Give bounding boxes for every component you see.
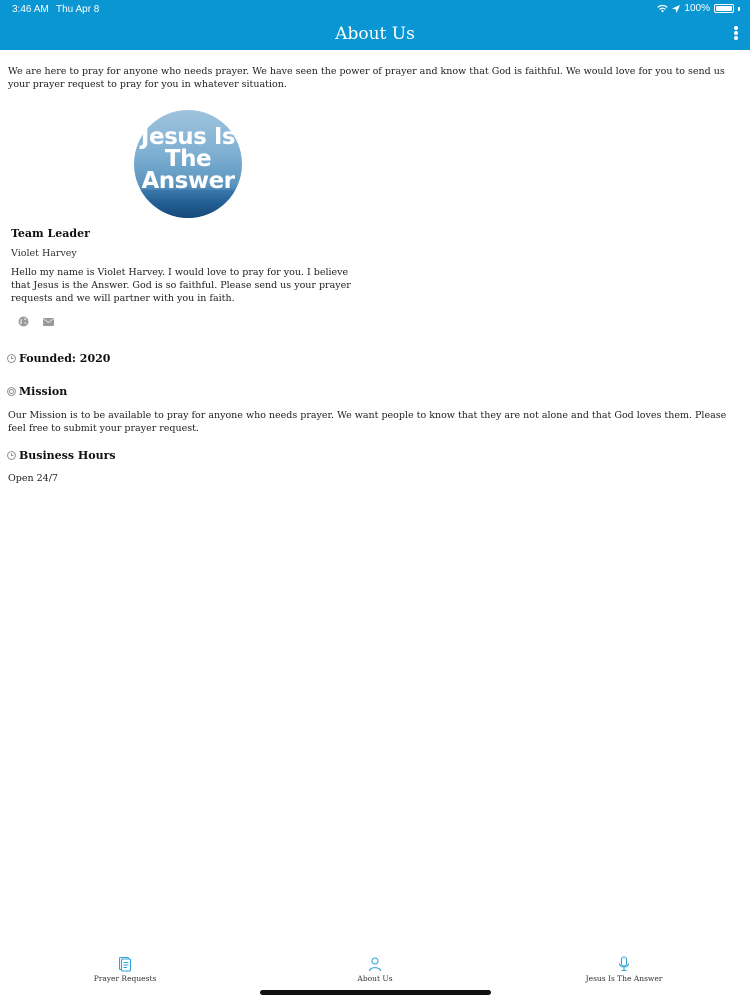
tab-about-us[interactable]: About Us — [305, 956, 445, 983]
mission-row: Mission — [7, 385, 67, 398]
tab-prayer-requests[interactable]: Prayer Requests — [55, 956, 195, 983]
ministry-logo: Jesus Is The Answer — [134, 110, 242, 218]
logo-line-2: The — [164, 146, 212, 172]
logo-line-1: Jesus Is — [140, 124, 236, 150]
wifi-icon — [657, 4, 669, 13]
business-hours-label: Business Hours — [19, 449, 116, 462]
battery-nub — [738, 6, 740, 11]
founded-label: Founded: 2020 — [19, 352, 111, 365]
more-options-icon[interactable] — [730, 24, 742, 42]
tab-label: Jesus Is The Answer — [585, 974, 663, 983]
person-icon — [368, 957, 382, 972]
mission-text: Our Mission is to be available to pray f… — [8, 410, 727, 434]
microphone-icon — [618, 956, 630, 972]
business-hours-row: Business Hours — [7, 449, 116, 462]
founded-row: Founded: 2020 — [7, 352, 110, 365]
status-right: 100% — [657, 3, 740, 14]
logo-ocean — [134, 190, 242, 218]
status-time: 3:46 AM — [12, 4, 49, 15]
mission-label: Mission — [19, 385, 68, 398]
status-date: Thu Apr 8 — [56, 4, 100, 15]
team-leader-bio: Hello my name is Violet Harvey. I would … — [11, 267, 351, 304]
business-hours-text: Open 24/7 — [8, 473, 58, 484]
globe-icon[interactable] — [18, 316, 29, 327]
clock-icon — [7, 451, 16, 460]
team-leader-name: Violet Harvey — [11, 248, 77, 259]
app-header: 3:46 AM Thu Apr 8 100% About Us — [0, 0, 750, 50]
tab-label: About Us — [357, 974, 393, 983]
logo-text: Jesus Is The Answer — [134, 124, 242, 194]
target-icon — [7, 387, 16, 396]
tab-label: Prayer Requests — [93, 974, 157, 983]
document-icon — [118, 956, 132, 972]
location-arrow-icon — [672, 4, 681, 13]
email-icon[interactable] — [43, 318, 54, 326]
status-bar: 3:46 AM Thu Apr 8 100% — [0, 0, 750, 18]
battery-icon — [714, 4, 734, 13]
clock-icon — [7, 354, 16, 363]
tab-jesus-is-the-answer[interactable]: Jesus Is The Answer — [554, 956, 694, 983]
logo-line-3: Answer — [141, 168, 235, 194]
home-indicator[interactable] — [260, 990, 491, 995]
intro-text: We are here to pray for anyone who needs… — [8, 66, 725, 90]
battery-percent: 100% — [684, 3, 710, 14]
team-leader-heading: Team Leader — [11, 227, 90, 240]
page-title: About Us — [335, 24, 415, 44]
